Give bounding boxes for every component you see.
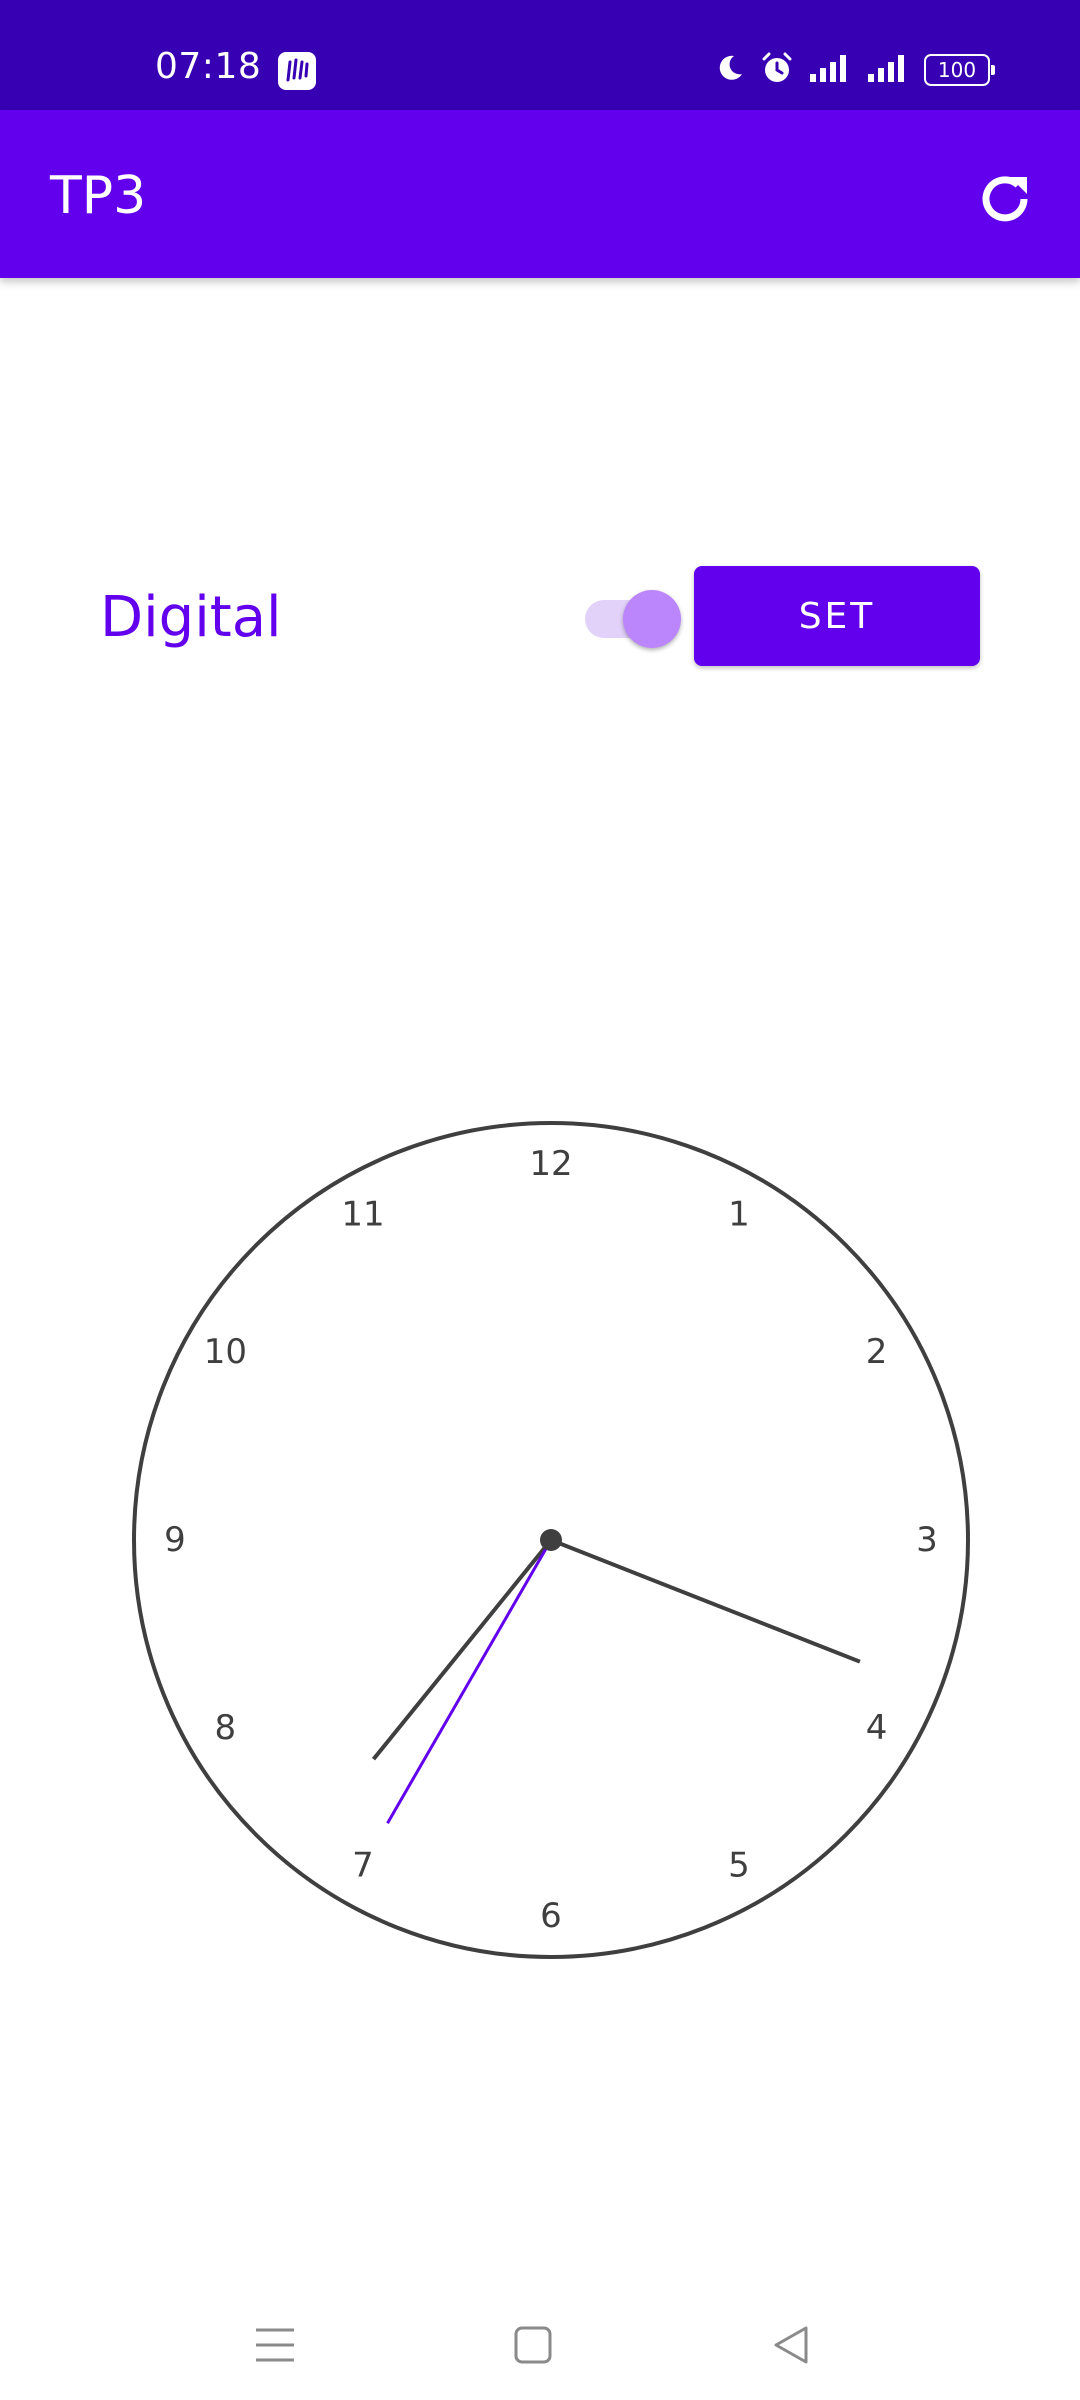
clock-number-6: 6 [540,1896,562,1936]
second-hand [386,1539,553,1824]
clock-number-11: 11 [341,1194,384,1234]
navigation-bar [0,2290,1080,2400]
clock-center-dot [540,1529,562,1551]
menu-button[interactable] [240,2310,310,2380]
clock-number-5: 5 [728,1846,750,1886]
clock-number-2: 2 [866,1332,888,1372]
clock-number-1: 1 [728,1194,750,1234]
clock-number-4: 4 [866,1708,888,1748]
back-icon [774,2326,808,2364]
analog-clock: 121234567891011 [132,1121,970,1959]
menu-icon [256,2328,294,2362]
hour-hand [371,1538,553,1761]
home-icon [514,2326,552,2364]
clock-number-8: 8 [215,1708,237,1748]
home-button[interactable] [498,2310,568,2380]
minute-hand [550,1538,861,1664]
clock-number-9: 9 [164,1520,186,1560]
clock-number-12: 12 [529,1144,572,1184]
clock-number-10: 10 [204,1332,247,1372]
clock-number-3: 3 [916,1520,938,1560]
back-button[interactable] [756,2310,826,2380]
clock-number-7: 7 [352,1846,374,1886]
